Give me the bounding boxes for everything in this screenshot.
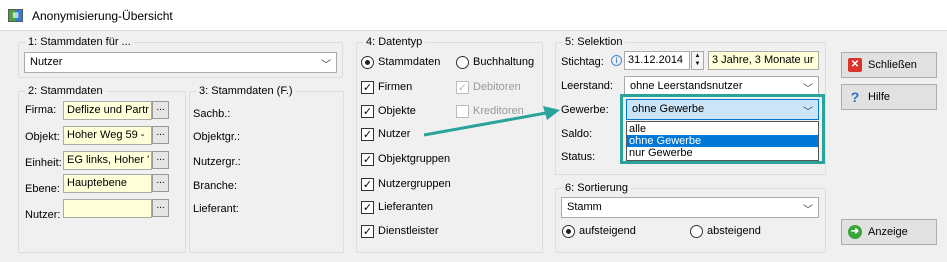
annotation-arrow: [423, 106, 560, 137]
arrow-head: [543, 106, 560, 120]
arrow-line: [423, 111, 547, 137]
